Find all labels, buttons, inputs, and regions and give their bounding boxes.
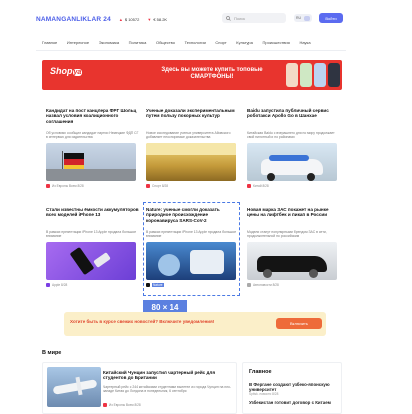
category-nav: Главное Интересное Экономика Политика Об… xyxy=(42,40,347,45)
source-icon xyxy=(46,184,50,188)
card-image xyxy=(46,143,136,181)
nav-item[interactable]: Политика xyxy=(129,40,147,45)
card-source: Apple 8/28 xyxy=(46,283,140,287)
nav-divider xyxy=(36,50,346,51)
card-title: Новая марка ЗАС покажет на рынке цены на… xyxy=(247,207,329,218)
search-icon xyxy=(226,15,231,21)
card-description: В рамках презентации iPhone 13 Apple про… xyxy=(46,230,137,238)
card-description: Модели станут популярными брендом ЗАС в … xyxy=(247,230,327,238)
nav-item[interactable]: Культура xyxy=(236,40,253,45)
nav-item[interactable]: Технологии xyxy=(185,40,206,45)
usd-rate: ▲ $ 10572 xyxy=(118,16,140,22)
nav-item[interactable]: Экономика xyxy=(99,40,119,45)
card-description: Китайская Baidu с вчерашнего дня по миру… xyxy=(247,131,335,139)
card-source: Из Европы Всем 8/28 xyxy=(46,184,140,188)
card-image xyxy=(146,143,236,181)
eur-rate: ▼ € 58.2K xyxy=(147,16,168,22)
browser-top-strip xyxy=(0,0,412,6)
card-source: Автоновости 8/28 xyxy=(247,283,341,287)
world-news-item[interactable]: Китайский Чунцин запустил чартерный рейс… xyxy=(42,362,237,414)
nav-item[interactable]: Происшествия xyxy=(262,40,289,45)
sidebar-news-source: Spitsk. новости 8/28 xyxy=(249,392,279,397)
news-description: Чартерный рейс с 244 китайскими студента… xyxy=(103,385,232,393)
news-title: Китайский Чунцин запустил чартерный рейс… xyxy=(103,370,216,381)
site-logo[interactable]: NAMANGANLIKLAR 24 xyxy=(36,16,111,23)
sidebar-news-item[interactable]: Узбекистан готовит договор с Китаем xyxy=(249,400,335,405)
main-news-sidebar: Главное В Фергане создают узбеко-японску… xyxy=(242,362,342,414)
search-input[interactable]: Поиск xyxy=(222,13,286,23)
search-placeholder: Поиск xyxy=(234,15,246,21)
phone-image xyxy=(286,63,298,87)
language-toggle[interactable]: RU xyxy=(294,14,312,22)
source-icon xyxy=(247,283,251,287)
nav-item[interactable]: Главное xyxy=(42,40,57,45)
nav-item[interactable]: Спорт xyxy=(215,40,226,45)
banner-text: Здесь вы можете купить топовые СМАРТФОНЫ… xyxy=(161,67,263,80)
news-source: Из Европы Всем 8/28 xyxy=(103,403,141,407)
card-description: Об условиях сообщил кандидат партии Неме… xyxy=(46,131,139,139)
card-title: Ученые доказали экспериментальным путем … xyxy=(146,108,235,119)
news-card[interactable]: Кандидат на пост канцлера ФРГ Шольц назв… xyxy=(46,108,140,188)
currency-icon: ▲ xyxy=(118,16,123,22)
phone-image xyxy=(328,63,340,87)
section-heading-world: В мире xyxy=(42,350,62,356)
enable-notifications-button[interactable]: Включить xyxy=(276,318,322,329)
shop-banner[interactable]: Shopya Здесь вы можете купить топовые СМ… xyxy=(42,60,342,90)
element-selection-outline xyxy=(143,202,240,296)
news-image xyxy=(47,367,101,407)
nav-item[interactable]: Наука xyxy=(299,40,310,45)
promo-text: Хотите быть в курсе свежих новостей? Вкл… xyxy=(70,319,215,324)
news-card[interactable]: Baidu запустила публичный сервис роботак… xyxy=(247,108,341,188)
source-icon xyxy=(46,283,50,287)
card-title: Кандидат на пост канцлера ФРГ Шольц назв… xyxy=(46,108,137,124)
source-icon xyxy=(103,403,107,407)
card-image xyxy=(247,143,337,181)
card-title: Стали известны ёмкости аккумуляторов все… xyxy=(46,207,139,218)
news-card[interactable]: Стали известны ёмкости аккумуляторов все… xyxy=(46,207,140,287)
nav-item[interactable]: Интересное xyxy=(67,40,89,45)
phone-image xyxy=(314,63,326,87)
card-image xyxy=(46,242,136,280)
phone-image xyxy=(300,63,312,87)
source-icon xyxy=(247,184,251,188)
card-source: Спорт 8/28 xyxy=(146,184,240,188)
card-image xyxy=(247,242,337,280)
login-button[interactable]: Войти xyxy=(319,13,343,23)
notification-promo: Хотите быть в курсе свежих новостей? Вкл… xyxy=(64,312,326,336)
nav-item[interactable]: Общество xyxy=(156,40,175,45)
currency-icon: ▼ xyxy=(147,16,152,22)
news-card[interactable]: Новая марка ЗАС покажет на рынке цены на… xyxy=(247,207,341,287)
site-header: NAMANGANLIKLAR 24 ▲ $ 10572 ▼ € 58.2K Поис… xyxy=(36,12,346,26)
banner-logo: Shopya xyxy=(50,66,83,76)
card-title: Baidu запустила публичный сервис роботак… xyxy=(247,108,329,119)
news-card[interactable]: Ученые доказали экспериментальным путем … xyxy=(146,108,240,188)
card-source: Китай 8/28 xyxy=(247,184,341,188)
sidebar-news-item[interactable]: В Фергане создают узбеко-японскую универ… xyxy=(249,382,335,392)
source-icon xyxy=(146,184,150,188)
card-description: Новое исследование ученых университета А… xyxy=(146,131,231,139)
toggle-knob xyxy=(304,15,310,21)
sidebar-heading: Главное xyxy=(249,369,272,375)
